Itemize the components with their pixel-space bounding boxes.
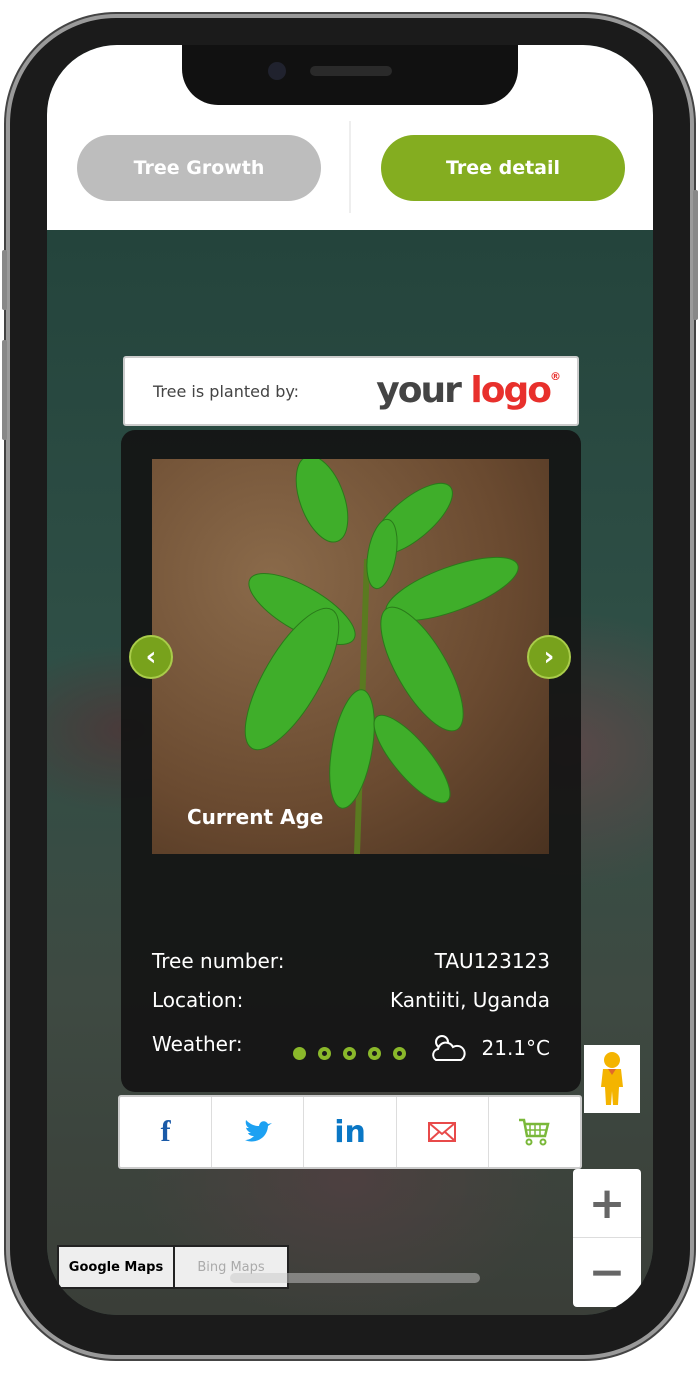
email-share-button[interactable] bbox=[397, 1097, 489, 1167]
buy-tree-button[interactable] bbox=[489, 1097, 580, 1167]
photo-caption: Current Age bbox=[187, 805, 324, 829]
facebook-icon: f bbox=[160, 1115, 171, 1148]
pegman-icon bbox=[601, 1052, 623, 1105]
divider bbox=[349, 121, 351, 213]
pagination-dot[interactable] bbox=[368, 1047, 381, 1060]
pagination-dot[interactable] bbox=[318, 1047, 331, 1060]
partly-cloudy-icon bbox=[431, 1035, 466, 1061]
pagination-dot[interactable] bbox=[343, 1047, 356, 1060]
facebook-share-button[interactable]: f bbox=[120, 1097, 213, 1167]
linkedin-share-button[interactable]: in bbox=[304, 1097, 397, 1167]
tab-tree-detail[interactable]: Tree detail bbox=[381, 135, 625, 201]
share-bar: f in bbox=[118, 1095, 582, 1169]
email-icon bbox=[428, 1122, 457, 1142]
chevron-right-icon: › bbox=[543, 642, 555, 672]
zoom-out-button[interactable]: − bbox=[573, 1238, 641, 1307]
zoom-controls: + − bbox=[573, 1169, 641, 1307]
home-indicator[interactable] bbox=[230, 1273, 480, 1283]
detail-value: TAU123123 bbox=[434, 949, 550, 973]
company-logo[interactable]: your logo® bbox=[376, 370, 561, 411]
street-view-pegman[interactable] bbox=[584, 1045, 640, 1113]
cart-icon bbox=[519, 1118, 551, 1146]
detail-label: Tree number: bbox=[152, 949, 285, 973]
tab-tree-growth[interactable]: Tree Growth bbox=[77, 135, 321, 201]
prev-slide-button[interactable]: ‹ bbox=[129, 635, 173, 679]
camera bbox=[268, 62, 286, 80]
detail-label: Weather: bbox=[152, 1032, 243, 1056]
zoom-in-button[interactable]: + bbox=[573, 1169, 641, 1238]
linkedin-icon: in bbox=[334, 1114, 366, 1150]
phone-button bbox=[693, 190, 698, 320]
detail-row: Tree number: TAU123123 bbox=[152, 949, 550, 973]
seedling-image bbox=[244, 459, 519, 854]
planted-by-label: Tree is planted by: bbox=[153, 382, 300, 401]
next-slide-button[interactable]: › bbox=[527, 635, 571, 679]
slide-pagination bbox=[293, 1047, 406, 1060]
tree-photo: Current Age bbox=[152, 459, 549, 854]
temperature: 21.1°C bbox=[481, 1036, 551, 1060]
detail-label: Location: bbox=[152, 988, 244, 1012]
pagination-dot[interactable] bbox=[293, 1047, 306, 1060]
google-maps-button[interactable]: Google Maps bbox=[59, 1247, 173, 1287]
pagination-dot[interactable] bbox=[393, 1047, 406, 1060]
phone-button bbox=[2, 250, 7, 310]
weather-value: 21.1°C bbox=[428, 1032, 551, 1064]
twitter-share-button[interactable] bbox=[212, 1097, 305, 1167]
chevron-left-icon: ‹ bbox=[145, 642, 157, 672]
detail-value: Kantiiti, Uganda bbox=[390, 988, 550, 1012]
detail-row: Location: Kantiiti, Uganda bbox=[152, 988, 550, 1012]
speaker bbox=[310, 66, 392, 76]
planted-by-banner: Tree is planted by: your logo® bbox=[123, 356, 579, 426]
twitter-icon bbox=[244, 1120, 272, 1142]
phone-button bbox=[2, 340, 7, 440]
screen: Tree Growth Tree detail Tree is planted … bbox=[47, 45, 653, 1315]
tree-detail-card: Current Age ‹ › Tree number: TAU123123 Lo… bbox=[121, 430, 581, 1092]
